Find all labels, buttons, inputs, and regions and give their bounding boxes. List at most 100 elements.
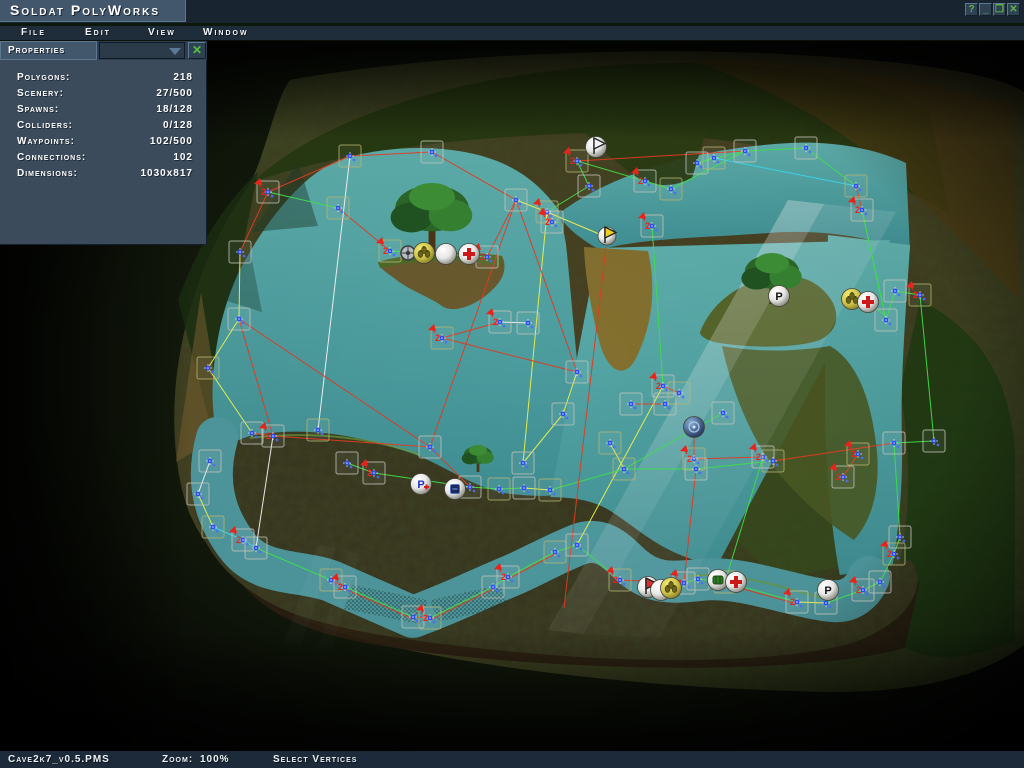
waypoint[interactable] [197,357,219,379]
svg-text:2: 2 [266,431,271,441]
waypoint[interactable]: 2 [360,459,385,484]
waypoint[interactable] [336,452,358,474]
waypoint[interactable]: 2 [428,324,453,349]
waypoint[interactable] [544,541,566,563]
spawn-icon-wheel[interactable] [401,246,415,260]
waypoint[interactable] [229,241,251,263]
menu-view[interactable]: View [148,26,176,40]
status-zoom-label: Zoom: [162,751,193,768]
spawn-icon-medkit[interactable] [459,244,480,265]
waypoint[interactable] [241,422,263,444]
spawn-icon-p-blue[interactable]: P [411,474,432,495]
waypoint[interactable] [339,145,361,167]
waypoint[interactable] [599,432,621,454]
waypoint[interactable] [845,175,867,197]
waypoint[interactable] [552,403,574,425]
spawn-icon-plain[interactable] [436,244,457,265]
waypoint[interactable]: 2 [486,308,511,333]
property-label: Scenery: [17,86,64,102]
svg-text:2: 2 [638,176,643,186]
svg-text:2: 2 [836,472,841,482]
waypoint[interactable]: 2 [844,440,869,465]
spawn-icon-flag-yellow[interactable] [598,227,616,245]
waypoint[interactable] [512,452,534,474]
spawn-icon-grenades[interactable] [661,578,682,599]
waypoint[interactable]: 2 [254,178,279,203]
waypoint[interactable]: 2 [829,463,854,488]
waypoint[interactable] [505,189,527,211]
waypoint[interactable]: 2 [416,604,441,629]
waypoint[interactable] [687,568,709,590]
waypoint[interactable]: 2 [638,212,663,237]
spawn-icon-medkit[interactable] [726,572,747,593]
waypoint[interactable] [202,516,224,538]
waypoint[interactable] [566,534,588,556]
spawn-icon-kit-blue[interactable] [445,479,466,500]
waypoint[interactable] [307,419,329,441]
svg-text:2: 2 [501,572,506,582]
spawn-icon-medkit[interactable] [858,292,879,313]
waypoint[interactable]: 2 [848,196,873,221]
help-button[interactable]: ? [965,3,978,16]
spawn-icon-p[interactable]: P [769,286,790,307]
waypoint[interactable] [654,393,676,415]
waypoint[interactable] [245,537,267,559]
waypoint[interactable] [703,147,725,169]
waypoint[interactable]: 2 [849,576,874,601]
waypoint[interactable]: 2 [906,281,931,306]
svg-text:2: 2 [656,381,661,391]
waypoint[interactable] [620,393,642,415]
waypoint[interactable] [539,479,561,501]
menu-window[interactable]: Window [203,26,249,40]
waypoint[interactable] [613,458,635,480]
waypoint[interactable] [685,458,707,480]
restore-button[interactable]: ❐ [993,3,1006,16]
waypoint[interactable] [883,432,905,454]
property-label: Spawns: [17,102,59,118]
waypoint[interactable] [923,430,945,452]
waypoint[interactable]: 2 [631,167,656,192]
svg-text:P: P [417,479,424,491]
close-button[interactable]: ✕ [1007,3,1020,16]
waypoint[interactable]: 2 [606,566,631,591]
panel-selector-dropdown[interactable] [99,42,185,59]
waypoint[interactable]: 2 [376,237,401,262]
map-editor-canvas[interactable]: 2222222222222222222222222222PPP Properti… [0,41,1024,751]
menu-file[interactable]: File [21,26,46,40]
waypoint[interactable] [421,141,443,163]
waypoint[interactable] [513,477,535,499]
panel-close-button[interactable]: ✕ [188,42,206,59]
waypoint[interactable] [327,197,349,219]
spawn-icon-blue[interactable] [684,417,705,438]
waypoint[interactable] [187,483,209,505]
minimize-button[interactable]: _ [979,3,992,16]
waypoint[interactable] [578,175,600,197]
spawn-icon-grenades[interactable] [414,243,435,264]
waypoint[interactable] [660,178,682,200]
waypoint[interactable] [875,309,897,331]
waypoint[interactable] [199,450,221,472]
waypoint[interactable] [419,436,441,458]
waypoint[interactable] [762,450,784,472]
svg-text:2: 2 [338,582,343,592]
waypoint[interactable] [884,280,906,302]
waypoint[interactable]: 2 [538,208,563,233]
waypoint[interactable]: 2 [331,573,356,598]
waypoint[interactable] [488,478,510,500]
waypoint[interactable] [566,361,588,383]
menu-edit[interactable]: Edit [85,26,111,40]
property-value: 0/128 [163,118,193,134]
waypoint[interactable] [228,308,250,330]
waypoint[interactable]: 2 [563,147,588,172]
waypoint[interactable] [795,137,817,159]
waypoint[interactable]: 2 [259,422,284,447]
waypoint[interactable] [734,140,756,162]
waypoint[interactable]: 2 [783,588,808,613]
waypoint[interactable]: 2 [880,540,905,565]
spawn-icon-flag-dark[interactable] [586,137,607,158]
waypoint[interactable] [517,312,539,334]
waypoint[interactable]: 2 [494,563,519,588]
app-window: Soldat PolyWorks ?_❐✕ FileEditViewWindow… [0,0,1024,768]
waypoint[interactable] [712,402,734,424]
spawn-icon-p[interactable]: P [818,580,839,601]
